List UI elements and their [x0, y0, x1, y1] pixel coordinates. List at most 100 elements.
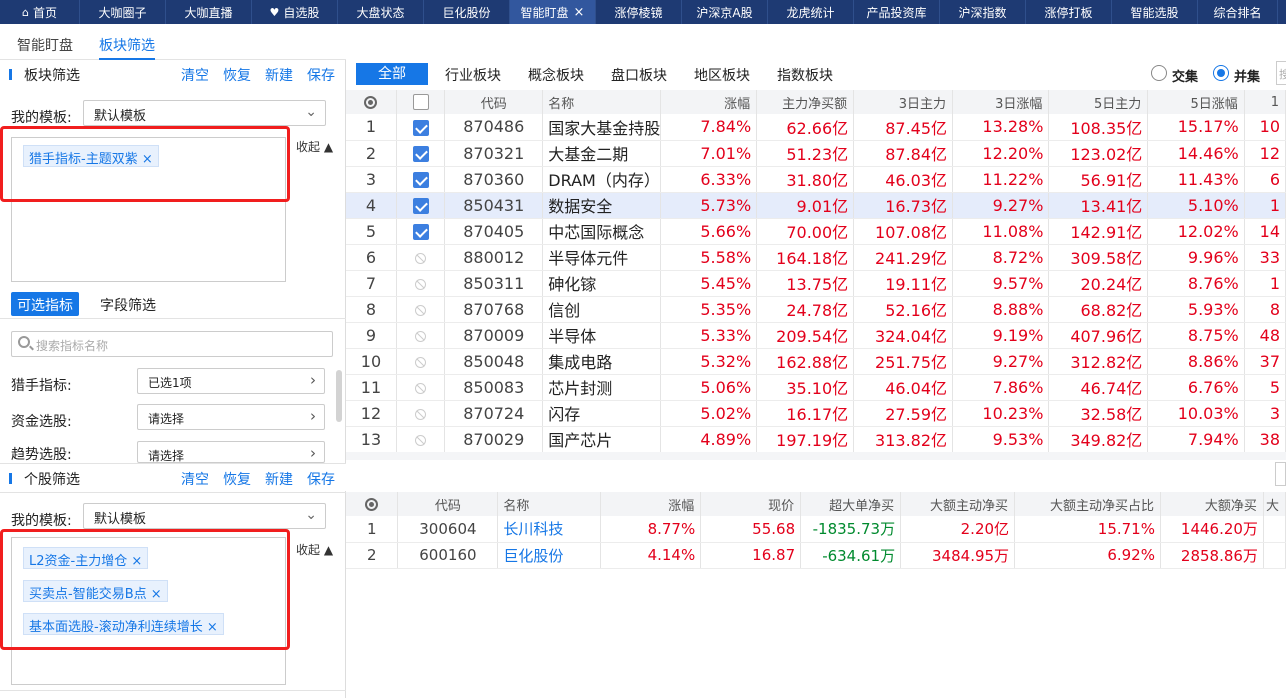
nav-tab[interactable]: 大盘状态 — [338, 0, 424, 24]
column-header[interactable]: 大 — [1263, 492, 1286, 516]
row-check-cell[interactable] — [396, 426, 446, 453]
row-checkbox[interactable] — [412, 172, 429, 188]
table-row[interactable]: 8 870768 信创 5.35% 24.78亿 52.16亿 8.88% 68.82亿 5.9… — [346, 296, 1286, 323]
row-check-cell[interactable] — [396, 374, 446, 401]
search-stub-input[interactable]: 搜 — [1276, 61, 1286, 85]
table-row[interactable]: 10 850048 集成电路 5.32% 162.88亿 251.75亿 9.27% 312.… — [346, 348, 1286, 375]
nav-tab[interactable]: 涨停棱镜 — [596, 0, 682, 24]
scrollbar-thumb[interactable] — [336, 370, 342, 422]
table-row[interactable]: 9 870009 半导体 5.33% 209.54亿 324.04亿 9.19% 407.96… — [346, 322, 1286, 349]
column-header[interactable]: 5日涨幅 — [1147, 90, 1245, 114]
column-header[interactable]: 3日主力 — [853, 90, 954, 114]
column-header[interactable]: 涨幅 — [660, 90, 758, 114]
column-header[interactable]: 名称 — [542, 90, 662, 114]
column-header[interactable]: 代码 — [444, 90, 544, 114]
block-save-button[interactable]: 保存 — [307, 65, 335, 85]
column-header[interactable]: 超大单净买 — [800, 492, 902, 516]
nav-tab[interactable]: 沪深指数 — [940, 0, 1026, 24]
nav-tab[interactable]: 智能选股 — [1112, 0, 1198, 24]
stock-save-button[interactable]: 保存 — [307, 469, 335, 489]
row-check-cell[interactable] — [396, 192, 446, 219]
table-row[interactable]: 2 870321 大基金二期 7.01% 51.23亿 87.84亿 12.20% 123.0… — [346, 140, 1286, 167]
row-checkbox[interactable] — [412, 146, 429, 162]
stock-clear-button[interactable]: 清空 — [181, 469, 209, 489]
nav-tab[interactable]: 综合排名 — [1198, 0, 1278, 24]
row-check-cell[interactable] — [396, 322, 446, 349]
stock-new-button[interactable]: 新建 — [265, 469, 293, 489]
block-type-concept[interactable]: 概念板块 — [528, 65, 584, 85]
nav-tab[interactable]: 涨停打板 — [1026, 0, 1112, 24]
block-type-region[interactable]: 地区板块 — [694, 65, 750, 85]
column-header[interactable]: 大额主动净买 — [900, 492, 1016, 516]
column-header[interactable]: 大额主动净买占比 — [1014, 492, 1161, 516]
intersect-radio[interactable] — [1151, 65, 1167, 81]
stock-template-select[interactable]: 默认模板 ⌄ — [83, 503, 326, 529]
table-row[interactable]: 13 870029 国产芯片 4.89% 197.19亿 313.82亿 9.53% 349.… — [346, 426, 1286, 453]
nav-tab[interactable]: 龙虎统计 — [768, 0, 854, 24]
close-icon[interactable]: × — [574, 5, 585, 20]
search-stub-input[interactable] — [1275, 462, 1286, 486]
tab-block-filter[interactable]: 板块筛选 — [99, 35, 155, 60]
column-header[interactable]: 5日主力 — [1048, 90, 1149, 114]
indicator-search-input[interactable]: 搜索指标名称 — [11, 331, 333, 357]
row-checkbox[interactable] — [412, 224, 429, 240]
cell-name[interactable]: 长川科技 — [497, 516, 602, 543]
table-row[interactable]: 4 850431 数据安全 5.73% 9.01亿 16.73亿 9.27% 13.41亿 5.… — [346, 192, 1286, 219]
row-check-cell[interactable] — [396, 270, 446, 297]
union-radio[interactable] — [1213, 65, 1229, 81]
block-type-industry[interactable]: 行业板块 — [445, 65, 501, 85]
row-check-cell[interactable] — [396, 296, 446, 323]
column-header[interactable]: 名称 — [497, 492, 602, 516]
row-check-cell[interactable] — [396, 166, 446, 193]
row-checkbox[interactable] — [412, 198, 429, 214]
trend-select[interactable]: 请选择 › — [137, 441, 325, 463]
column-header[interactable]: 主力净买额 — [756, 90, 855, 114]
block-template-select[interactable]: 默认模板 ⌄ — [83, 100, 326, 126]
table-row[interactable]: 7 850311 砷化镓 5.45% 13.75亿 19.11亿 9.57% 20.24亿 8.… — [346, 270, 1286, 297]
table-row[interactable]: 12 870724 闪存 5.02% 16.17亿 27.59亿 10.23% 32.58亿 1… — [346, 400, 1286, 427]
stock-restore-button[interactable]: 恢复 — [223, 469, 251, 489]
nav-tab[interactable]: 产品投资库 — [854, 0, 940, 24]
tab-field-filter[interactable]: 字段筛选 — [94, 292, 162, 316]
block-type-index[interactable]: 指数板块 — [777, 65, 833, 85]
table-row[interactable]: 11 850083 芯片封测 5.06% 35.10亿 46.04亿 7.86% 46.74亿… — [346, 374, 1286, 401]
block-collapse-button[interactable]: 收起 ▲ — [296, 138, 333, 155]
cell-name[interactable]: 巨化股份 — [497, 542, 602, 569]
settings-header[interactable] — [346, 90, 397, 114]
column-header[interactable]: 1 — [1244, 90, 1286, 114]
nav-tab[interactable]: 智能盯盘 × — [510, 0, 596, 24]
block-restore-button[interactable]: 恢复 — [223, 65, 251, 85]
tab-optional-indicators[interactable]: 可选指标 — [11, 292, 79, 316]
table-row[interactable]: 2 600160 巨化股份 4.14% 16.87 -634.61万 3484.95万 6.9… — [346, 542, 1286, 569]
nav-tab[interactable]: 巨化股份 — [424, 0, 510, 24]
column-header[interactable]: 现价 — [700, 492, 802, 516]
row-check-cell[interactable] — [396, 114, 446, 141]
table-row[interactable]: 1 870486 国家大基金持股 7.84% 62.66亿 87.45亿 13.28% 108… — [346, 114, 1286, 141]
column-header[interactable]: 大额净买 — [1160, 492, 1264, 516]
row-check-cell[interactable] — [396, 400, 446, 427]
row-check-cell[interactable] — [396, 348, 446, 375]
nav-tab[interactable]: 大咖圈子 — [80, 0, 166, 24]
nav-tab[interactable]: 大咖直播 — [166, 0, 252, 24]
tab-smart-monitor[interactable]: 智能盯盘 — [17, 35, 73, 55]
column-header[interactable]: 代码 — [397, 492, 499, 516]
table-row[interactable]: 6 880012 半导体元件 5.58% 164.18亿 241.29亿 8.72% 309.… — [346, 244, 1286, 271]
row-check-cell[interactable] — [396, 218, 446, 245]
row-check-cell[interactable] — [396, 140, 446, 167]
settings-header[interactable] — [346, 492, 399, 516]
hunter-indicator-select[interactable]: 已选1项 › — [137, 368, 325, 394]
select-all-checkbox[interactable] — [412, 94, 429, 110]
table-row[interactable]: 3 870360 DRAM（内存） 6.33% 31.80亿 46.03亿 11.22% 56… — [346, 166, 1286, 193]
nav-tab[interactable]: ♥ 自选股 — [252, 0, 338, 24]
nav-tab[interactable]: 沪深京A股 — [682, 0, 768, 24]
block-new-button[interactable]: 新建 — [265, 65, 293, 85]
block-clear-button[interactable]: 清空 — [181, 65, 209, 85]
nav-tab[interactable]: ⌂ 首页 — [0, 0, 80, 24]
fund-select[interactable]: 请选择 › — [137, 404, 325, 430]
block-type-panel[interactable]: 盘口板块 — [611, 65, 667, 85]
block-type-all[interactable]: 全部 — [356, 63, 428, 85]
row-checkbox[interactable] — [412, 119, 429, 136]
select-all-header[interactable] — [396, 90, 446, 114]
column-header[interactable]: 涨幅 — [600, 492, 702, 516]
row-check-cell[interactable] — [396, 244, 446, 271]
